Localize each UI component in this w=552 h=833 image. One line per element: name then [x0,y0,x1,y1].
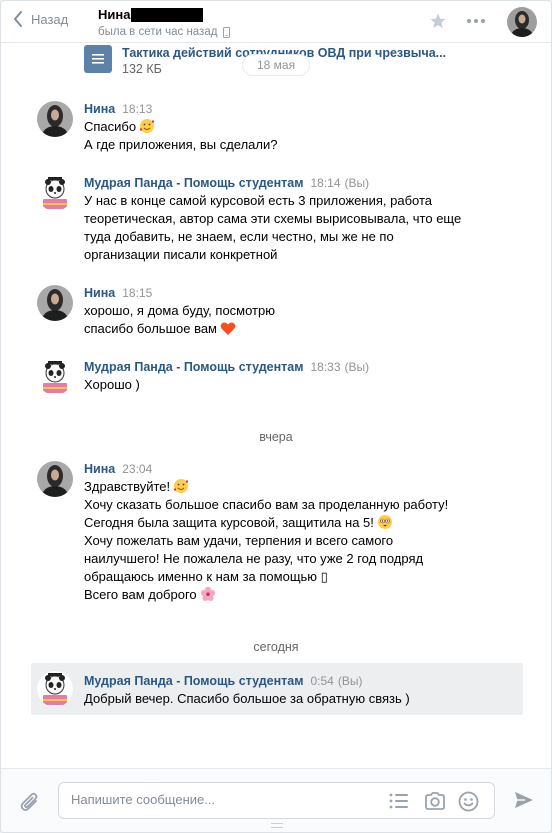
peer-status: была в сети час назад [98,26,231,38]
cherry-blossom-icon [200,586,215,601]
message-time[interactable]: 23:04 [122,461,152,477]
message-line: У нас в конце самой курсовой есть 3 прил… [84,193,432,208]
panda-avatar[interactable] [37,175,73,211]
message-line: теоретическая, автор сама эти схемы выри… [84,211,462,226]
message-time[interactable]: 0:54 [310,673,333,689]
message[interactable]: Нина 18:15 хорошо, я дома буду, посмотрю … [31,285,523,345]
message-line: Хочу сказать большое спасибо вам за прод… [84,497,449,512]
star-icon[interactable] [429,12,447,30]
message-author[interactable]: Нина [84,101,115,117]
message-line: Здравствуйте! [84,479,171,494]
back-label: Назад [31,11,69,27]
message-line: Хочу пожелать вам удачи, терпения и всег… [84,533,394,548]
message-input[interactable] [71,792,371,807]
message-author[interactable]: Нина [84,285,115,301]
date-badge: 18 мая [242,54,311,76]
message-time[interactable]: 18:14 [310,175,340,191]
message-line: организации писали конкретной [84,247,278,262]
peer-info[interactable]: Нина была в сети час назад [98,7,231,38]
message-time[interactable]: 18:15 [122,285,152,301]
peer-status-text: была в сети час назад [98,26,218,38]
message-text: Спасибо А где приложения, вы сделали? [84,118,515,154]
templates-icon[interactable] [389,792,409,810]
chat-window: Назад Нина была в сети час назад Тактика… [0,0,552,833]
more-icon[interactable] [466,13,486,29]
message-text: Добрый вечер. Спасибо большое за обратну… [84,690,515,708]
chevron-left-icon [13,11,22,27]
avatar[interactable] [37,461,73,497]
avatar[interactable] [37,285,73,321]
you-marker: (Вы) [344,176,370,190]
message-line: Спасибо [84,119,137,134]
resize-grip[interactable] [271,823,283,828]
smiling-face-with-hearts-icon [140,119,155,133]
message[interactable]: Мудрая Панда - Помощь студентам 0:54 (Вы) … [31,663,523,715]
message-text: Хорошо ) [84,376,515,394]
message-time[interactable]: 18:33 [310,359,340,375]
message-author[interactable]: Мудрая Панда - Помощь студентам [84,673,303,689]
panda-avatar[interactable] [37,359,73,395]
you-marker: (Вы) [337,674,363,688]
you-marker: (Вы) [344,360,370,374]
message-line: наилучшего! Не пожалела не разу, что уже… [84,551,424,566]
message[interactable]: Нина 23:04 Здравствуйте! Хочу сказать бол… [31,461,523,611]
back-button[interactable]: Назад [13,11,68,27]
smile-icon[interactable] [458,791,479,812]
message-text: хорошо, я дома буду, посмотрю спасибо бо… [84,302,515,338]
day-separator: вчера [259,430,293,444]
camera-icon[interactable] [424,791,446,811]
message-text: Здравствуйте! Хочу сказать большое спаси… [84,478,515,604]
smiling-face-with-hearts-icon [174,479,189,493]
flushed-face-icon [377,515,392,529]
paperclip-icon[interactable] [19,790,41,814]
message-line: спасибо большое вам [84,321,217,336]
day-separator: сегодня [253,640,299,654]
avatar[interactable] [37,101,73,137]
message-line: туда добавить, не знаем, если честно, мы… [84,229,394,244]
panda-avatar[interactable] [37,671,73,707]
peer-avatar[interactable] [507,7,537,37]
chat-header: Назад Нина была в сети час назад [1,1,551,43]
send-icon[interactable] [514,791,534,809]
message-author[interactable]: Мудрая Панда - Помощь студентам [84,359,303,375]
redacted-surname [131,7,204,22]
message-line: Добрый вечер. Спасибо большое за обратну… [84,691,410,706]
message-line: Всего вам доброго [84,587,197,602]
message-text: У нас в конце самой курсовой есть 3 прил… [84,192,515,264]
message-line: Хорошо ) [84,377,140,392]
message[interactable]: Нина 18:13 Спасибо А где приложения, вы с… [31,101,523,161]
message-author[interactable]: Мудрая Панда - Помощь студентам [84,175,303,191]
message-line: Сегодня была защита курсовой, защитила н… [84,515,374,530]
heart-icon [220,322,236,335]
message-line: хорошо, я дома буду, посмотрю [84,303,275,318]
message-line: обращаюсь именно к нам за помощью ▯ [84,569,328,584]
document-icon [84,45,112,73]
message-time[interactable]: 18:13 [122,101,152,117]
message-input-box[interactable] [58,782,495,819]
mobile-icon [223,26,231,38]
message-line: А где приложения, вы сделали? [84,137,278,152]
message[interactable]: Мудрая Панда - Помощь студентам 18:33 (Вы)… [31,359,523,401]
message[interactable]: Мудрая Панда - Помощь студентам 18:14 (Вы)… [31,175,523,267]
message-author[interactable]: Нина [84,461,115,477]
peer-name[interactable]: Нина [98,7,130,22]
